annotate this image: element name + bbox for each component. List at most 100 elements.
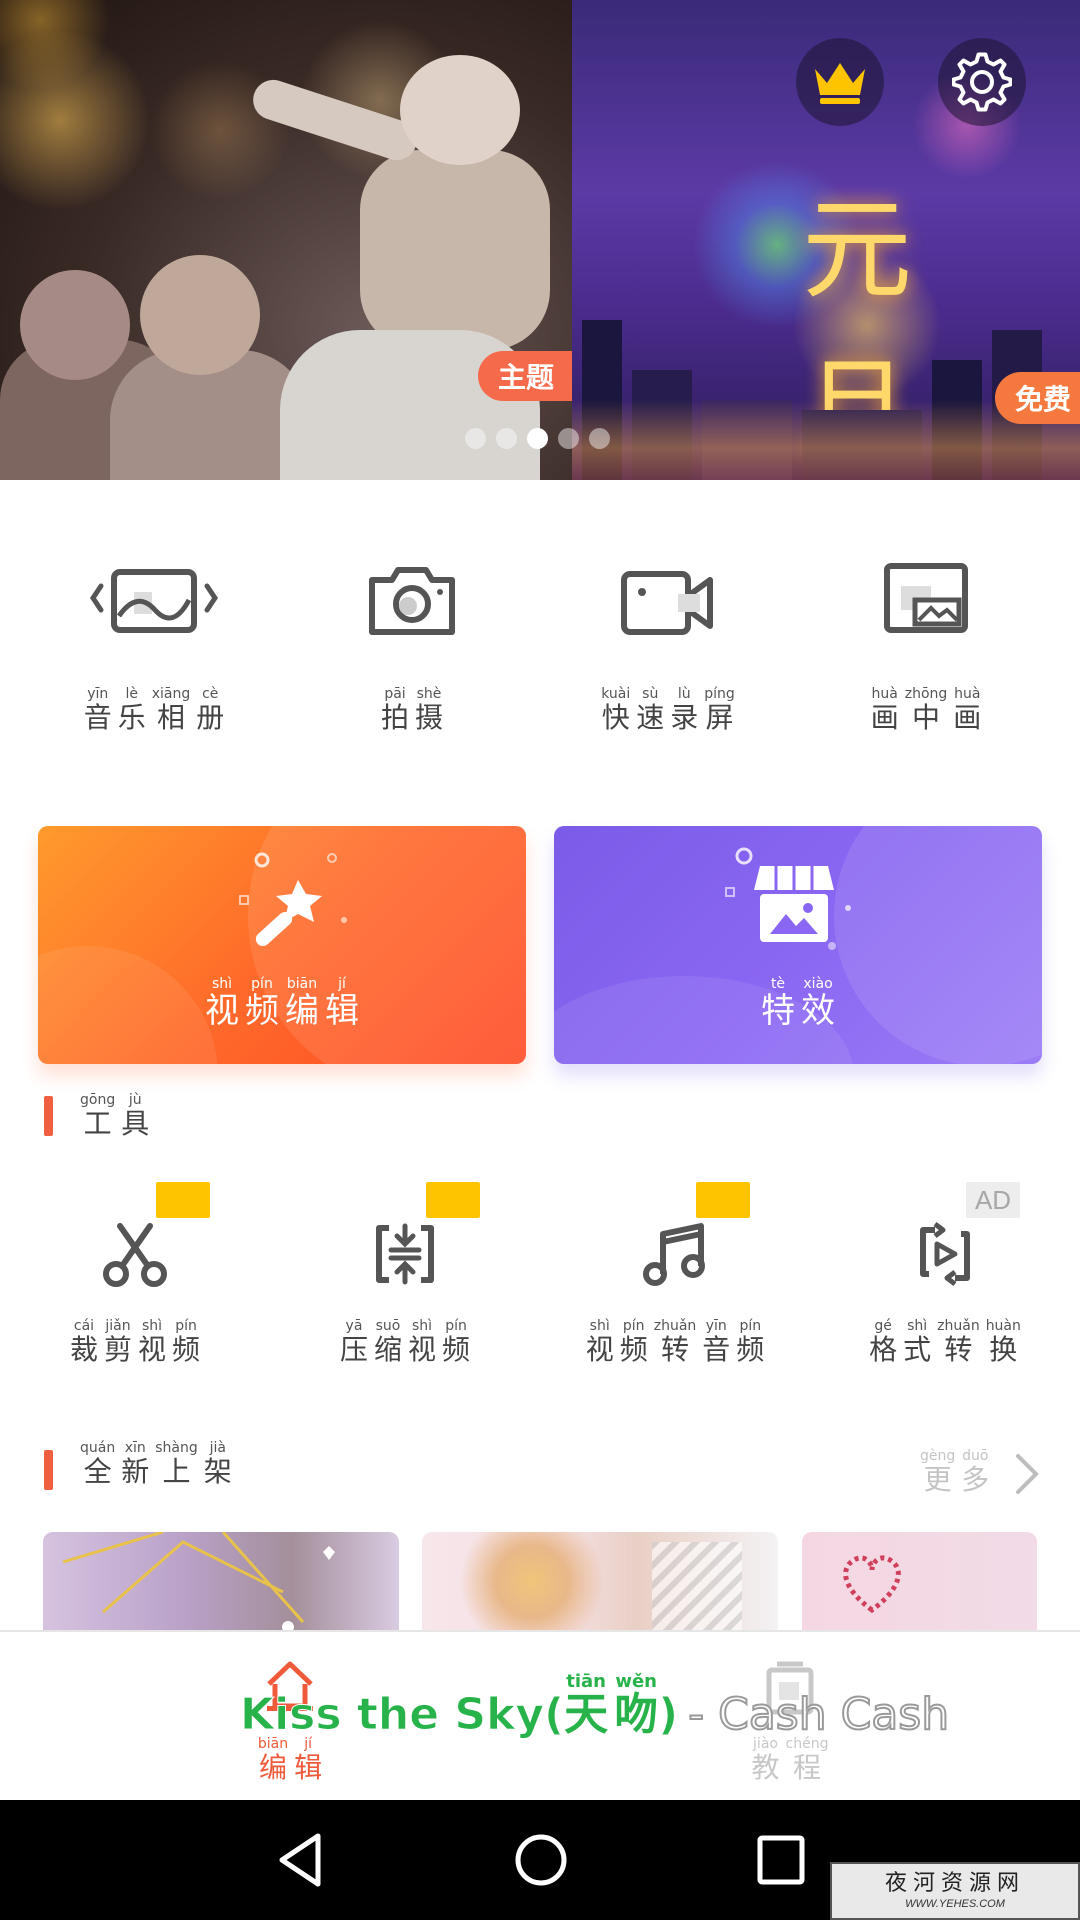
- video-edit-label: shì 视 pín 频 biān 编 jí 辑: [205, 976, 359, 1030]
- banner-carousel[interactable]: 主题 元旦 免费: [0, 0, 1080, 480]
- back-icon[interactable]: [276, 1832, 326, 1888]
- label-char: lù 录: [670, 686, 698, 734]
- carousel-dot[interactable]: [496, 428, 517, 449]
- hanzi-text: 教: [751, 1751, 780, 1784]
- video-edit-card[interactable]: shì 视 pín 频 biān 编 jí 辑: [38, 826, 526, 1064]
- compress-video-tool[interactable]: yā 压 suō 缩 shì 视 pín 频: [305, 1182, 505, 1366]
- hanzi-text: 工: [83, 1107, 112, 1140]
- pinyin-text: píng: [704, 686, 735, 702]
- carousel-dot[interactable]: [589, 428, 610, 449]
- label-char: gōng 工: [80, 1092, 115, 1140]
- heart-icon: [843, 1555, 901, 1614]
- carousel-dot[interactable]: [465, 428, 486, 449]
- vip-button[interactable]: [796, 38, 884, 126]
- format-convert-tool[interactable]: AD gé 格 shì 式 zhuǎn 转 huàn 换: [845, 1182, 1045, 1366]
- pinyin-text: xiào: [803, 976, 833, 992]
- hanzi-text: 摄: [415, 701, 444, 734]
- hanzi-text: 视: [408, 1333, 437, 1366]
- hanzi-text: 编: [285, 991, 319, 1031]
- hanzi-text: 更: [923, 1463, 952, 1496]
- trim-video-tool[interactable]: cái 裁 jiǎn 剪 shì 视 pín 频: [35, 1182, 235, 1366]
- hanzi-text: 多: [961, 1463, 990, 1496]
- hanzi-text: 程: [793, 1751, 822, 1784]
- label-char: pín 频: [736, 1318, 764, 1366]
- convert-icon: [920, 1222, 970, 1286]
- label-char: shàng 上: [155, 1440, 198, 1488]
- pinyin-text: suō: [375, 1318, 401, 1334]
- label-char: pín 频: [172, 1318, 200, 1366]
- template-thumbnail[interactable]: [422, 1532, 778, 1632]
- watermark-title: 夜河资源网: [884, 1871, 1025, 1896]
- hanzi-text: 编: [258, 1751, 287, 1784]
- hanzi-text: 裁: [69, 1333, 98, 1366]
- picture-in-picture-action[interactable]: huà 画 zhōng 中 huà 画: [846, 560, 1006, 740]
- pinyin-text: gé: [874, 1318, 892, 1334]
- hanzi-text: 频: [619, 1333, 648, 1366]
- pinyin-text: pāi: [384, 686, 406, 702]
- nav-tutorial-label: jiào 教 chéng 程: [752, 1736, 829, 1784]
- label-char: pāi 拍: [381, 686, 409, 734]
- label-char: shì 视: [138, 1318, 166, 1366]
- hanzi-text: 压: [339, 1333, 368, 1366]
- template-thumbnail[interactable]: [802, 1532, 1037, 1632]
- label-char: huàn 换: [986, 1318, 1021, 1366]
- new-arrivals-title: quán 全 xīn 新 shàng 上 jià 架: [80, 1440, 232, 1488]
- recent-apps-icon[interactable]: [756, 1832, 806, 1888]
- home-icon[interactable]: [514, 1832, 568, 1888]
- label-char: tiān 天: [564, 1673, 608, 1740]
- banner-slide-theme[interactable]: 主题: [0, 0, 572, 480]
- label-char: shè 摄: [415, 686, 443, 734]
- pinyin-text: jí: [338, 976, 346, 992]
- vip-badge: [426, 1182, 480, 1245]
- hanzi-text: 换: [989, 1333, 1018, 1366]
- pinyin-text: cè: [202, 686, 219, 702]
- hanzi-text: 全: [83, 1455, 112, 1488]
- pinyin-text: jià: [209, 1440, 226, 1456]
- format-convert-label: gé 格 shì 式 zhuǎn 转 huàn 换: [869, 1318, 1021, 1366]
- hanzi-text: 册: [196, 701, 225, 734]
- crown-icon: [170, 1224, 196, 1245]
- settings-button[interactable]: [938, 38, 1026, 126]
- effects-card[interactable]: tè 特 xiào 效: [554, 826, 1042, 1064]
- label-char: pín 频: [245, 976, 279, 1030]
- label-char: xiāng 相: [152, 686, 191, 734]
- music-album-action[interactable]: yīn 音 lè 乐 xiāng 相 cè 册: [74, 560, 234, 740]
- gold-frame-decoration: [62, 1532, 335, 1632]
- label-char: yīn 音: [702, 1318, 730, 1366]
- hanzi-text: 缩: [373, 1333, 402, 1366]
- label-char: sù 速: [636, 686, 664, 734]
- label-char: cái 裁: [70, 1318, 98, 1366]
- shoot-action[interactable]: pāi 拍 shè 摄: [332, 560, 492, 740]
- pinyin-text: pín: [175, 1318, 197, 1334]
- crown-icon: [815, 63, 865, 104]
- more-link[interactable]: gèng 更 duō 多: [920, 1448, 989, 1496]
- label-char: shì 式: [903, 1318, 931, 1366]
- hanzi-text: 新: [121, 1455, 150, 1488]
- hanzi-text: 剪: [103, 1333, 132, 1366]
- chevron-right-icon[interactable]: [1012, 1452, 1042, 1496]
- pinyin-text: kuài: [601, 686, 631, 702]
- camera-icon: [369, 567, 455, 635]
- hanzi-text: 拍: [380, 701, 409, 734]
- compress-video-label: yā 压 suō 缩 shì 视 pín 频: [340, 1318, 470, 1366]
- pinyin-text: tè: [770, 976, 786, 992]
- pinyin-text: gōng: [80, 1092, 116, 1108]
- label-char: píng 屏: [704, 686, 735, 734]
- hanzi-text: 频: [442, 1333, 471, 1366]
- carousel-dot[interactable]: [558, 428, 579, 449]
- label-char: xīn 新: [121, 1440, 149, 1488]
- video-to-audio-tool[interactable]: shì 视 pín 频 zhuǎn 转 yīn 音 pín 频: [575, 1182, 775, 1366]
- pinyin-text: huà: [871, 686, 898, 702]
- lyric-overlay: Kiss the Sky ( tiān 天 wěn 吻 ) - Cash Cash: [239, 1660, 950, 1742]
- screen-record-action[interactable]: kuài 快 sù 速 lù 录 píng 屏: [588, 560, 748, 740]
- label-char: cè 册: [196, 686, 224, 734]
- carousel-dot-active[interactable]: [527, 428, 548, 449]
- lyric-paren: (: [544, 1689, 565, 1741]
- template-thumbnail[interactable]: [43, 1532, 399, 1632]
- label-char: xiào 效: [801, 976, 835, 1030]
- section-marker: [44, 1450, 53, 1490]
- screen-record-label: kuài 快 sù 速 lù 录 píng 屏: [601, 686, 735, 734]
- pinyin-text: xīn: [124, 1440, 146, 1456]
- label-char: huà 画: [953, 686, 981, 734]
- label-char: jí 辑: [325, 976, 359, 1030]
